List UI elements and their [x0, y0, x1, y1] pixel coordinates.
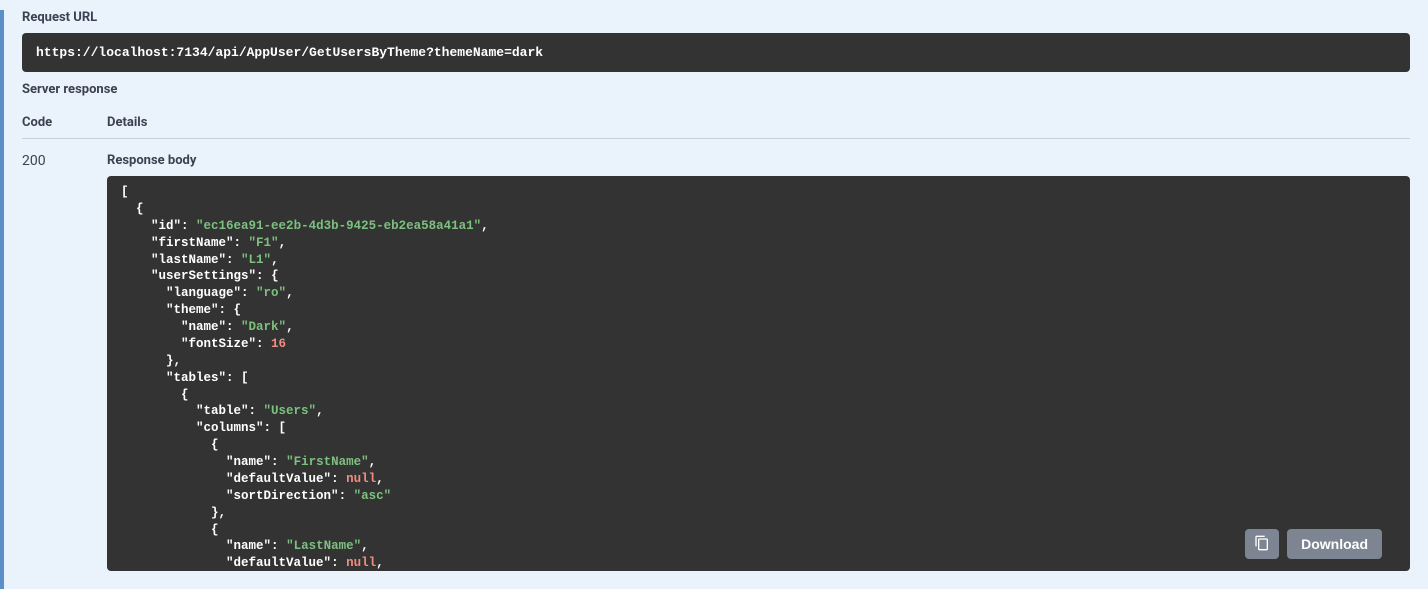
- download-button[interactable]: Download: [1287, 529, 1382, 559]
- response-body-content[interactable]: [ { "id": "ec16ea91-ee2b-4d3b-9425-eb2ea…: [107, 176, 1410, 571]
- column-header-code: Code: [22, 115, 107, 130]
- response-row: 200 Response body [ { "id": "ec16ea91-ee…: [22, 153, 1410, 571]
- response-columns-header: Code Details: [22, 115, 1410, 139]
- status-code: 200: [22, 153, 107, 571]
- copy-button[interactable]: [1245, 529, 1279, 559]
- response-body-label: Response body: [107, 153, 1410, 168]
- response-details: Response body [ { "id": "ec16ea91-ee2b-4…: [107, 153, 1410, 571]
- column-header-details: Details: [107, 115, 1410, 130]
- server-response-label: Server response: [22, 82, 1410, 97]
- clipboard-icon: [1254, 535, 1270, 554]
- request-url-value[interactable]: https://localhost:7134/api/AppUser/GetUs…: [22, 33, 1410, 72]
- request-url-label: Request URL: [22, 10, 1410, 25]
